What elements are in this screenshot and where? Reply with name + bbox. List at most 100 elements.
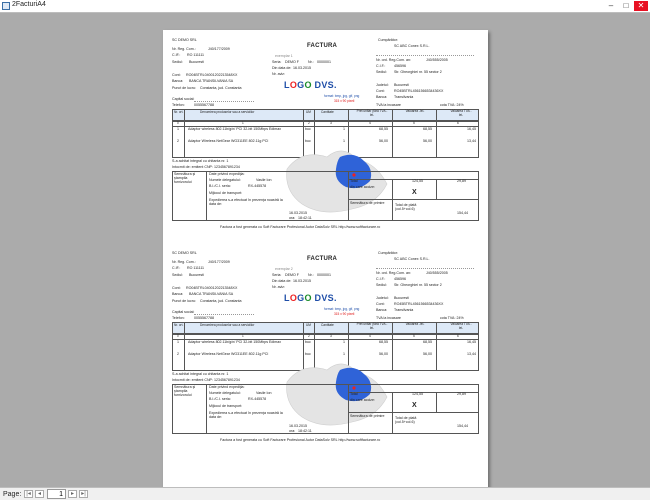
serie-label: Seria: (272, 273, 282, 277)
footer-col-line (392, 179, 393, 221)
col-line (184, 109, 185, 158)
row1-value: 68,55 (423, 127, 432, 131)
tva-incasare: TVA la incasare (376, 103, 401, 107)
col-num: 5 (413, 334, 415, 338)
logo-placeholder: LOGO DVS. (284, 80, 337, 90)
col-head-um: UM (306, 323, 311, 327)
total-tva-value: 29,89 (457, 392, 466, 396)
semnatura-furnizor: Semnătura şi ştampila furnizorului (174, 385, 196, 397)
din-value: 16.03.2015 (293, 66, 311, 70)
row1-nr: 1 (177, 340, 179, 344)
col-num: 4 (369, 334, 371, 338)
buyer-sediu-label: Sediul: (376, 70, 387, 74)
din-value: 16.03.2015 (293, 279, 311, 283)
buyer-cont-value: RO45BTRL4561566534436XX (394, 89, 444, 93)
accize-x-mark: X (412, 189, 417, 196)
telefon-label: Telefon: (172, 316, 185, 320)
first-page-button[interactable]: |◂ (24, 490, 33, 498)
row2-nr: 2 (177, 139, 179, 143)
mijloc-label: Mijlocul de transport: (209, 404, 243, 408)
sediu-label: Sediul: (172, 60, 183, 64)
col-line (392, 322, 393, 371)
buyer-cont-label: Cont: (376, 89, 385, 93)
buyer-banca-label: Banca: (376, 95, 388, 99)
col-head-um: UM (306, 110, 311, 114)
copy-label: exemplar 2 (275, 267, 293, 271)
row2-tva: 13,44 (467, 352, 476, 356)
preview-area[interactable]: SC DEMO SRL Nr. Reg. Com.: J40/177/2009 … (0, 13, 650, 489)
col-num: 3 (330, 334, 332, 338)
total-plata-label: Total de plată (col.5+col.6) (395, 416, 417, 424)
footer-col-line (436, 179, 437, 199)
prev-page-button[interactable]: ◂ (35, 490, 44, 498)
buyer-reg-value: J40/555/2005 (426, 271, 448, 275)
telefon-label: Telefon: (172, 103, 185, 107)
aviz-label: Nr. aviz: (272, 285, 285, 289)
row1-qty: 1 (343, 127, 345, 131)
col-head-desc: Denumirea produselor sau a serviciilor (200, 323, 255, 327)
invoice-title: FACTURA (307, 43, 338, 49)
capital-label: Capital social: (172, 310, 195, 314)
footer-row-line (348, 199, 479, 200)
bi-value: RX-445578 (248, 184, 267, 188)
din-care-label: din care accize: (350, 398, 375, 402)
col-line (436, 109, 437, 158)
tva-incasare: TVA la incasare (376, 316, 401, 320)
window-titlebar: 2FacturiA4 – □ ✕ (0, 0, 650, 13)
buyer-label: Cumpărător: (378, 251, 398, 255)
logo-size: 315 x 90 pixeli (334, 312, 355, 316)
buyer-banca-value: Transilvania (394, 95, 414, 99)
total-plata-value: 154,44 (457, 211, 468, 215)
delegat-label: Numele delegatului: (209, 178, 241, 182)
window-title: 2FacturiA4 (12, 1, 46, 8)
minimize-button[interactable]: – (604, 1, 618, 11)
buyer-sediu-value: Str. Gheorghiei nr. 55 sector 2 (394, 283, 442, 287)
cota-tva: cota TVA: 24% (440, 103, 464, 107)
nr-label: Nr.: (308, 60, 314, 64)
page-number-input[interactable]: 1 (47, 489, 66, 499)
buyer-cif-label: C.I.F.: (376, 277, 386, 281)
buyer-judet-label: Judetul: (376, 296, 389, 300)
total-value: 124,55 (412, 179, 423, 183)
col-head-price: Pret unitar (fără TVA -lei- (356, 109, 388, 117)
row1-tva: 16,45 (467, 340, 476, 344)
close-button[interactable]: ✕ (634, 1, 648, 11)
col-num: 0 (177, 334, 179, 338)
col-head-tva: Valoarea TVA -lei- (450, 322, 472, 330)
next-page-button[interactable]: ▸ (68, 490, 77, 498)
buyer-cif-label: C.I.F.: (376, 64, 386, 68)
maximize-button[interactable]: □ (619, 1, 633, 11)
row1-desc: Adaptor wireless 802.11b/g/n/ PCI 32-bit… (188, 340, 282, 344)
banca-value: BANCA TRANSILVANIA SA (189, 79, 234, 83)
col-head-tva: Valoarea TVA -lei- (450, 109, 472, 117)
exp-ora-label: ora: (289, 429, 296, 433)
serie-value: DEMO F (285, 273, 299, 277)
col-head-value: Valoarea -lei- (405, 322, 425, 326)
row1-value: 68,55 (423, 340, 432, 344)
serie-value: DEMO F (285, 60, 299, 64)
page-navigation-bar: Page: |◂ ◂ 1 ▸ ▸| (0, 487, 650, 500)
last-page-button[interactable]: ▸| (79, 490, 88, 498)
col-head-desc: Denumirea produselor sau a serviciilor (200, 110, 255, 114)
buyer-judet-value: Bucuresti (394, 296, 409, 300)
delegat-label: Numele delegatului: (209, 391, 241, 395)
bi-label: B.I./C.I. seria: (209, 184, 231, 188)
cif-label: C.IF.: (172, 53, 181, 57)
print-page: SC DEMO SRL Nr. Reg. Com.: J40/177/2009 … (163, 30, 488, 489)
buyer-cif-value: 456596 (394, 64, 406, 68)
row1-tva: 16,45 (467, 127, 476, 131)
punct-label: Punct de lucru: (172, 299, 196, 303)
cif-label: C.IF.: (172, 266, 181, 270)
telefon-value: 0055567788 (194, 103, 214, 107)
buyer-banca-value: Transilvania (394, 308, 414, 312)
buyer-line (376, 268, 474, 269)
col-num: 3 (330, 121, 332, 125)
col-num: 1 (242, 121, 244, 125)
banca-value: BANCA TRANSILVANIA SA (189, 292, 234, 296)
sediu-label: Sediul: (172, 273, 183, 277)
exp-time: 18:42:11 (298, 429, 312, 433)
col-num: 6 (457, 121, 459, 125)
capital-line (194, 101, 254, 102)
col-num: 6 (457, 334, 459, 338)
sediu-value: Bucuresti (189, 273, 204, 277)
